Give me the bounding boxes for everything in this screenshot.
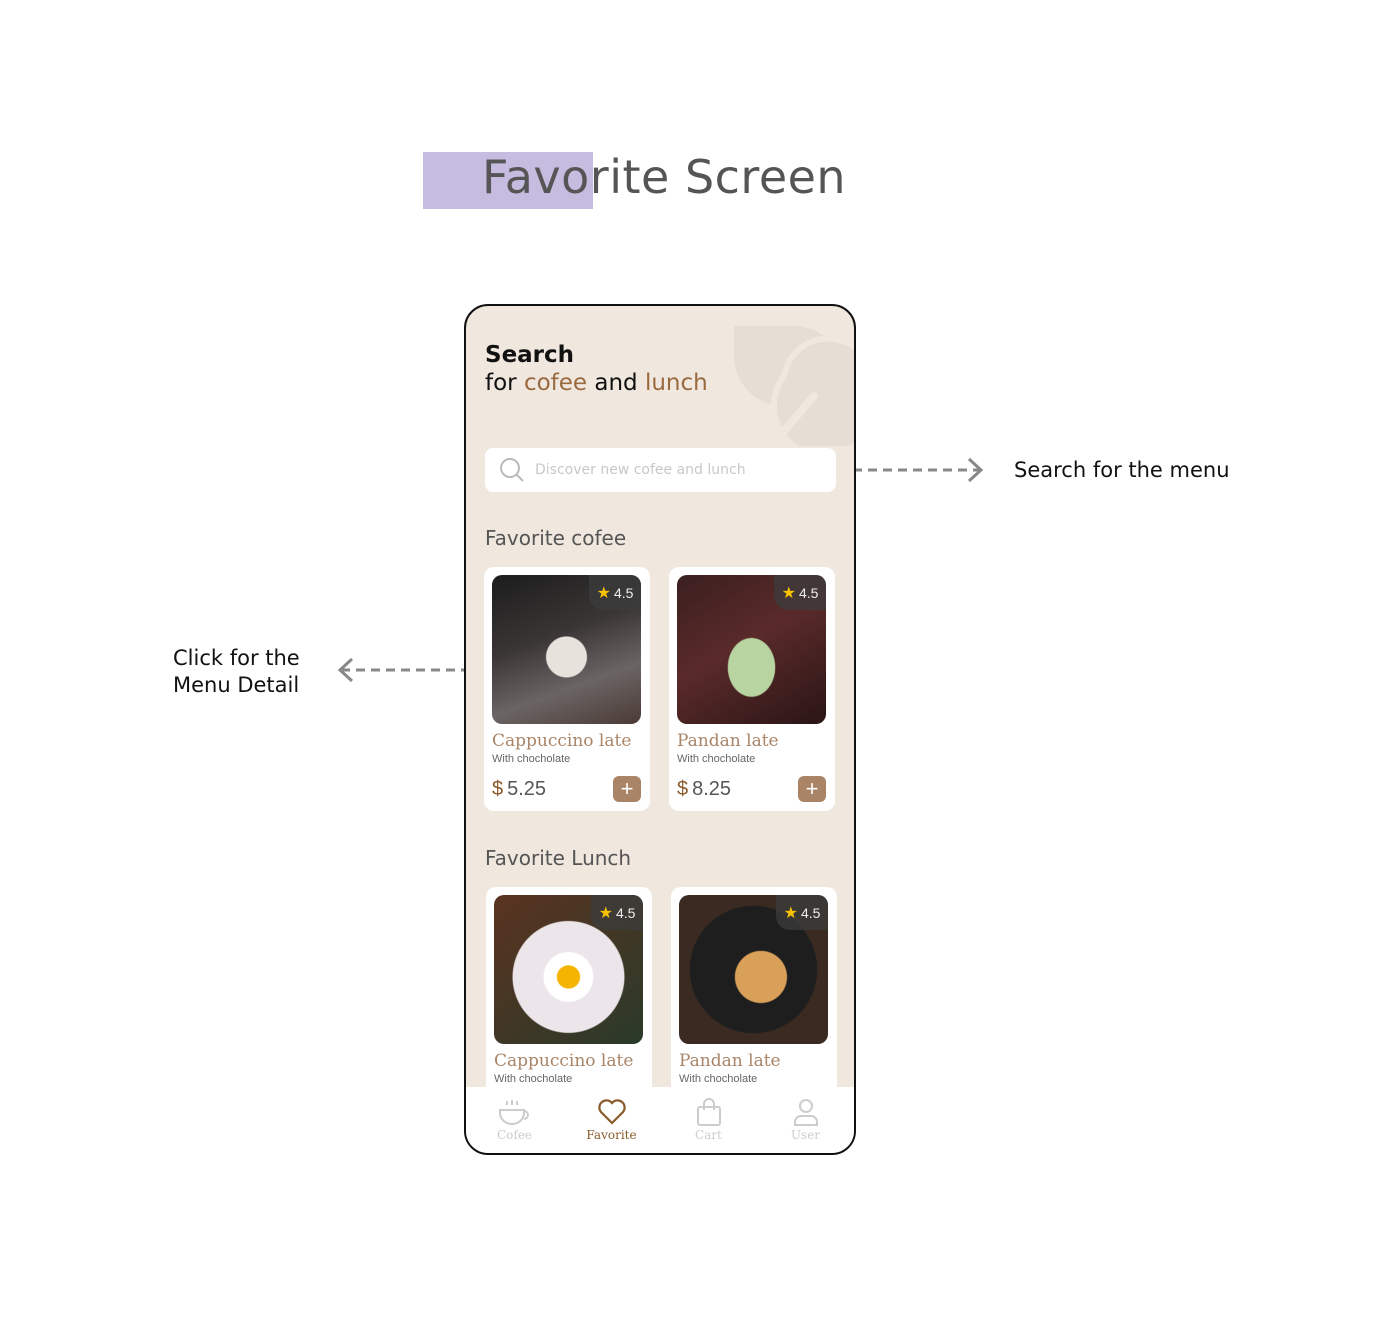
item-price: $8.25 [677, 778, 731, 801]
item-name: Cappuccino late [492, 731, 632, 751]
currency: $ [677, 778, 689, 800]
header-title: Search [485, 342, 575, 368]
star-icon: ★ [598, 904, 613, 922]
rating-badge: ★ 4.5 [589, 575, 641, 610]
shopping-bag-icon [696, 1098, 721, 1126]
item-name: Pandan late [679, 1051, 781, 1071]
phone-frame: Search for cofee and lunch Discover new … [464, 304, 856, 1155]
coffee-cup-icon [498, 1100, 529, 1125]
item-subtitle: With chocholate [492, 753, 571, 765]
star-icon: ★ [596, 584, 611, 602]
star-icon: ★ [781, 584, 796, 602]
item-subtitle: With chocholate [677, 753, 756, 765]
nav-cofee[interactable]: Cofee [466, 1087, 563, 1153]
text-lunch: lunch [644, 370, 708, 396]
text: for [485, 370, 517, 396]
nav-cart[interactable]: Cart [660, 1087, 757, 1153]
nav-favorite[interactable]: Favorite [563, 1087, 660, 1153]
item-price: $5.25 [492, 778, 546, 801]
food-image: ★ 4.5 [492, 575, 641, 724]
nav-label: User [790, 1128, 821, 1142]
search-input[interactable]: Discover new cofee and lunch [485, 448, 836, 492]
item-name: Cappuccino late [494, 1051, 634, 1071]
item-subtitle: With chocholate [494, 1073, 573, 1085]
search-arrow [838, 457, 984, 483]
search-icon [500, 458, 524, 482]
nav-user[interactable]: User [757, 1087, 854, 1153]
rating-badge: ★ 4.5 [591, 895, 643, 930]
add-button[interactable]: + [798, 776, 826, 802]
rating-value: 4.5 [615, 904, 636, 921]
nav-label: Cart [695, 1128, 722, 1142]
annotation-line: Menu Detail [173, 673, 300, 697]
rating-value: 4.5 [613, 584, 634, 601]
bottom-nav: Cofee Favorite Cart User [466, 1087, 854, 1153]
food-image: ★ 4.5 [677, 575, 826, 724]
food-image: ★ 4.5 [494, 895, 643, 1044]
text: and [594, 370, 638, 396]
menu-card[interactable]: ★ 4.5 Cappuccino late With chocholate $5.… [484, 567, 650, 811]
rating-badge: ★ 4.5 [776, 895, 828, 930]
section-favorite-cofee: Favorite cofee [485, 526, 627, 550]
annotation-detail: Click for the Menu Detail [173, 645, 300, 699]
section-favorite-lunch: Favorite Lunch [485, 846, 632, 870]
food-image: ★ 4.5 [679, 895, 828, 1044]
annotation-line: Click for the [173, 646, 300, 670]
price-value: 8.25 [692, 778, 732, 800]
item-subtitle: With chocholate [679, 1073, 758, 1085]
leaf-icon [734, 326, 854, 446]
item-name: Pandan late [677, 731, 779, 751]
menu-card[interactable]: ★ 4.5 Pandan late With chocholate $8.25 + [669, 567, 835, 811]
page-title: Favorite Screen [482, 150, 847, 204]
star-icon: ★ [783, 904, 798, 922]
search-placeholder: Discover new cofee and lunch [535, 462, 746, 478]
heart-icon [597, 1099, 626, 1125]
annotation-search: Search for the menu [1014, 458, 1230, 482]
currency: $ [492, 778, 504, 800]
rating-value: 4.5 [798, 584, 819, 601]
add-button[interactable]: + [613, 776, 641, 802]
rating-badge: ★ 4.5 [774, 575, 826, 610]
header-subtitle: for cofee and lunch [485, 370, 708, 396]
nav-label: Favorite [586, 1128, 637, 1142]
rating-value: 4.5 [800, 904, 821, 921]
nav-label: Cofee [496, 1128, 533, 1142]
user-icon [793, 1099, 818, 1126]
text-cofee: cofee [523, 370, 588, 396]
price-value: 5.25 [507, 778, 547, 800]
